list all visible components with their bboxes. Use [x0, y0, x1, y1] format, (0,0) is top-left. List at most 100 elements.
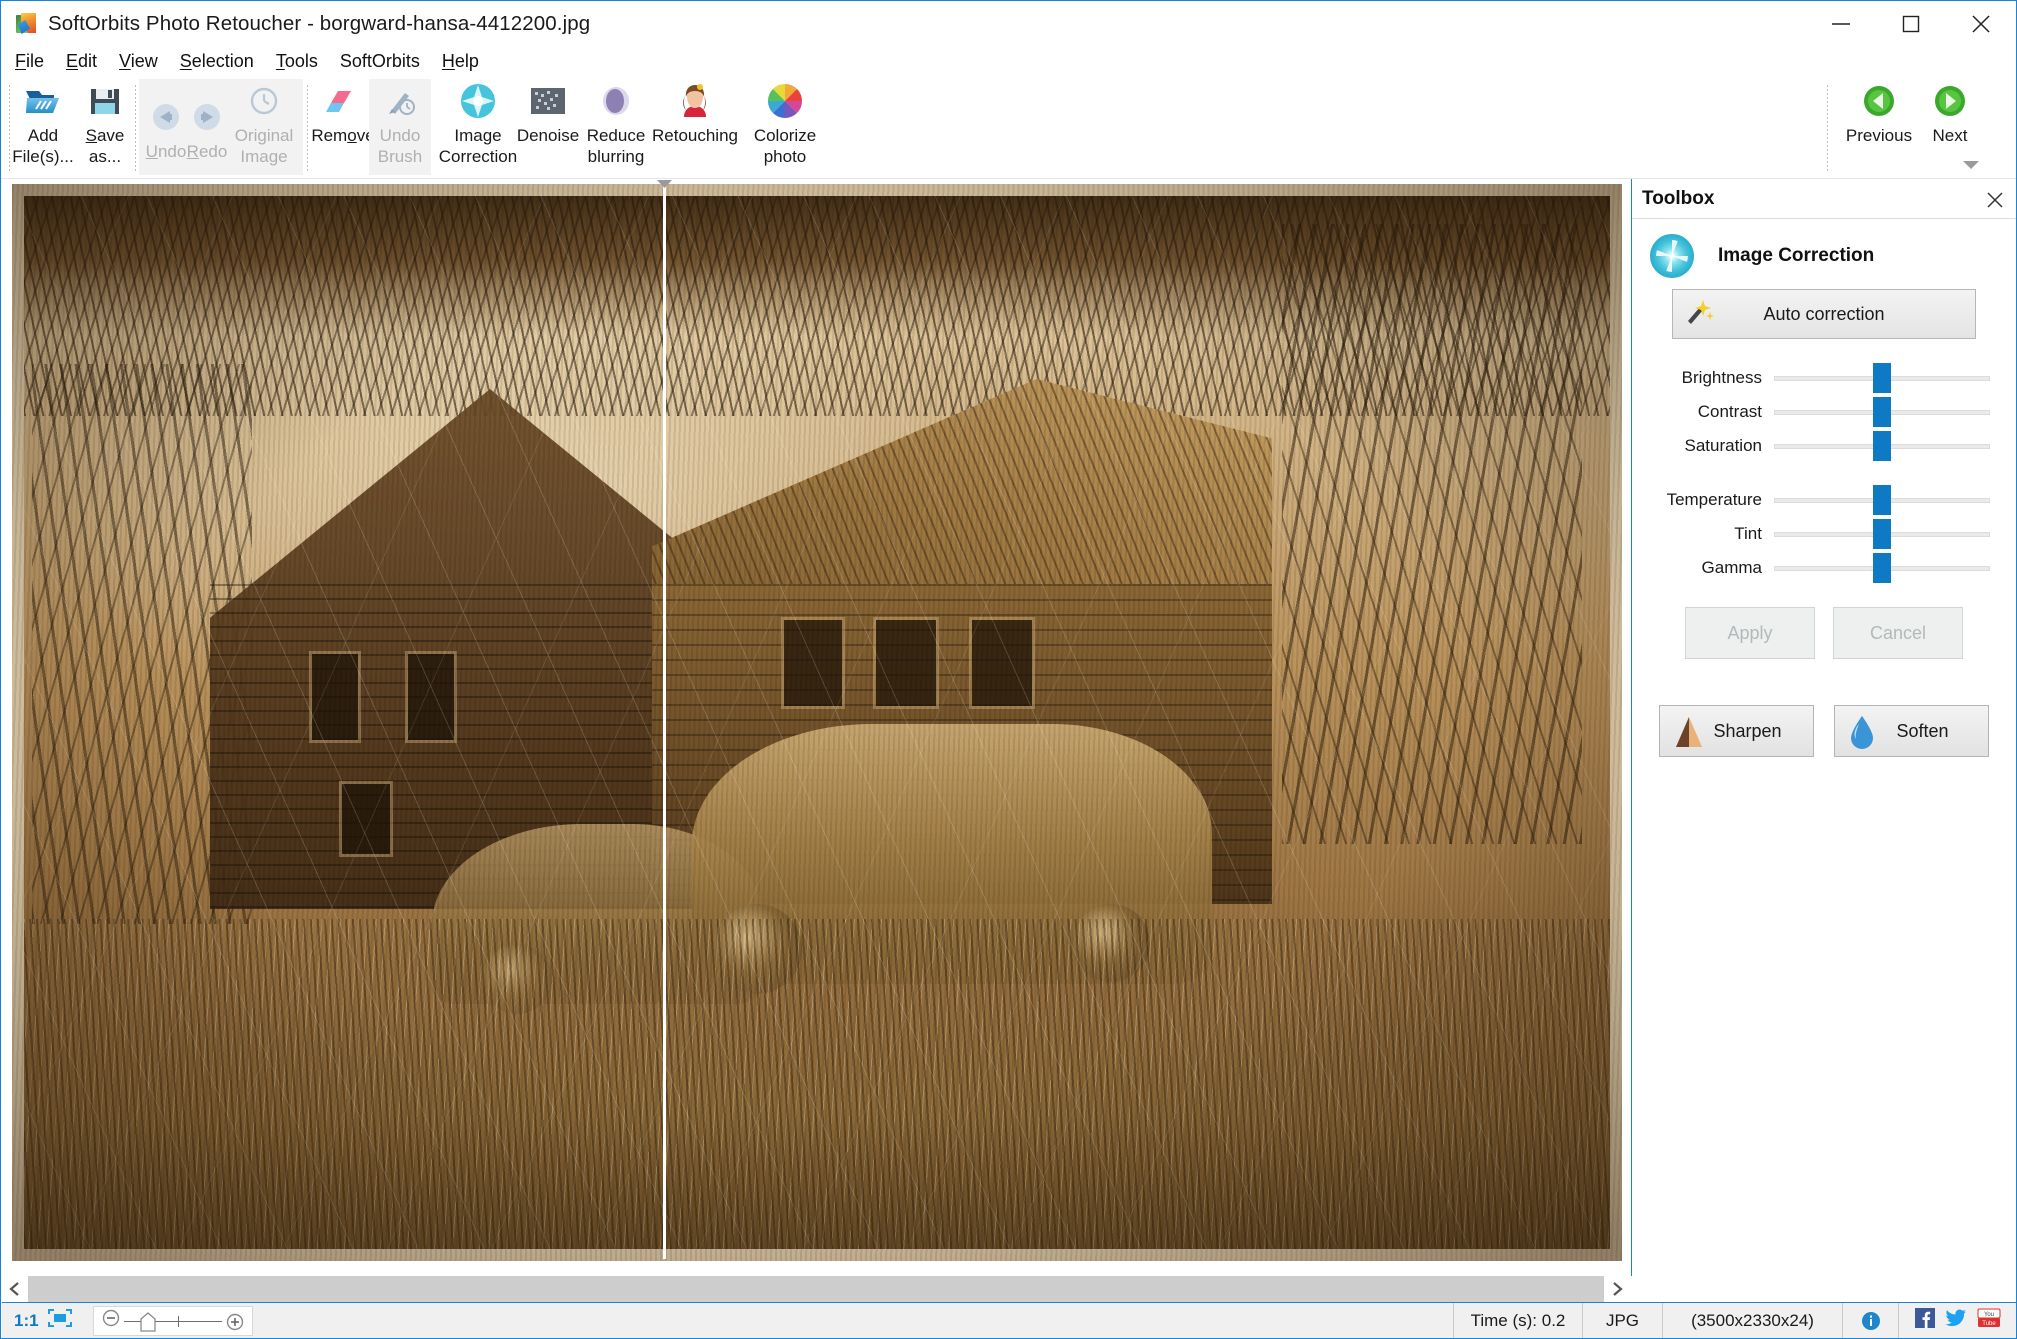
soften-button[interactable]: Soften: [1834, 705, 1989, 757]
status-format: JPG: [1583, 1302, 1663, 1338]
slider-track-temperature[interactable]: [1774, 483, 1990, 517]
ribbon-toolbar: Add File(s)... Save as... Undo Redo Orig…: [1, 75, 2016, 241]
water-drop-icon: [1847, 714, 1881, 750]
apply-button[interactable]: Apply: [1685, 607, 1815, 659]
zoom-ratio-label[interactable]: 1:1: [2, 1311, 47, 1331]
floppy-save-icon: [88, 79, 122, 123]
slider-thumb-brightness[interactable]: [1873, 363, 1891, 393]
twitter-icon[interactable]: [1945, 1308, 1967, 1333]
ribbon-label-undo: Undo: [145, 142, 187, 161]
application-window: SoftOrbits Photo Retoucher - borgward-ha…: [0, 0, 2017, 1339]
close-icon[interactable]: [1982, 187, 2008, 213]
slider-track-contrast[interactable]: [1774, 395, 1990, 429]
status-time: Time (s): 0.2: [1453, 1302, 1583, 1338]
toolbox-title: Toolbox: [1642, 187, 1715, 209]
eraser-icon: [325, 79, 361, 123]
slider-label-gamma: Gamma: [1701, 558, 1762, 577]
slider-track-tint[interactable]: [1774, 517, 1990, 551]
chevron-right-icon[interactable]: [1604, 1276, 1630, 1302]
slider-thumb-saturation[interactable]: [1873, 431, 1891, 461]
adjustment-sliders: Brightness Contrast Saturation Temperatu…: [1644, 361, 2004, 585]
social-links: You Tube: [1899, 1308, 2016, 1333]
maximize-button[interactable]: [1876, 1, 1946, 47]
slider-label-tint: Tint: [1734, 524, 1762, 543]
menu-file[interactable]: FFileile: [15, 51, 44, 72]
toolbox-body: Image Correction Auto correction Brightn…: [1632, 219, 2016, 757]
minimize-button[interactable]: [1806, 1, 1876, 47]
softorbits-logo-icon: [15, 13, 37, 35]
before-after-split-line[interactable]: [663, 184, 666, 1259]
slider-track-saturation[interactable]: [1774, 429, 1990, 463]
window-title: SoftOrbits Photo Retoucher - borgward-ha…: [48, 12, 591, 35]
cancel-label: Cancel: [1869, 622, 1927, 643]
split-compare-handle-icon[interactable]: [656, 177, 673, 189]
ribbon-label-reduce-blurring: Reduce blurring: [586, 126, 646, 166]
menu-tools[interactable]: Tools: [276, 51, 318, 72]
zoom-out-icon[interactable]: [102, 1309, 120, 1332]
ribbon-divider: [1827, 83, 1828, 171]
menu-selection[interactable]: Selection: [180, 51, 254, 72]
status-dimensions: (3500x2330x24): [1663, 1302, 1843, 1338]
menu-edit[interactable]: Edit: [66, 51, 97, 72]
scrollbar-track[interactable]: [28, 1276, 1604, 1302]
ribbon-button-add-files[interactable]: Add File(s)...: [11, 79, 75, 167]
slider-track-gamma[interactable]: [1774, 551, 1990, 585]
slider-label-temperature: Temperature: [1666, 490, 1762, 509]
menu-bar: FFileile Edit View Selection Tools SoftO…: [1, 47, 2016, 75]
slider-row-tint: Tint: [1644, 517, 2004, 551]
sharpen-button[interactable]: Sharpen: [1659, 705, 1814, 757]
info-icon[interactable]: [1843, 1302, 1899, 1338]
ribbon-label-original-image: Original Image: [234, 126, 294, 166]
photo-preview[interactable]: [12, 184, 1622, 1261]
menu-help[interactable]: Help: [442, 51, 479, 72]
zoom-slider-thumb[interactable]: [139, 1311, 156, 1337]
ribbon-button-reduce-blurring[interactable]: Reduce blurring: [577, 79, 655, 167]
toolbox-panel: Toolbox Image Correction Auto correction: [1631, 179, 2016, 1276]
ribbon-button-retouching[interactable]: Retouching: [649, 79, 741, 146]
cancel-button[interactable]: Cancel: [1833, 607, 1963, 659]
brush-clock-icon: [383, 79, 417, 123]
menu-view[interactable]: View: [119, 51, 158, 72]
ribbon-button-redo[interactable]: Redo: [182, 95, 232, 162]
ribbon-button-denoise[interactable]: Denoise: [509, 79, 587, 146]
canvas-horizontal-scrollbar[interactable]: [2, 1276, 1630, 1302]
ribbon-button-previous[interactable]: Previous: [1835, 79, 1923, 146]
ribbon-expand-icon-right[interactable]: [1963, 161, 1979, 169]
image-correction-star-icon: [459, 79, 497, 123]
ribbon-button-colorize-photo[interactable]: Colorize photo: [741, 79, 829, 167]
svg-text:You: You: [1984, 1312, 1994, 1318]
fit-to-window-icon[interactable]: [47, 1308, 83, 1333]
ribbon-label-denoise: Denoise: [516, 126, 580, 145]
slider-thumb-tint[interactable]: [1873, 519, 1891, 549]
slider-row-temperature: Temperature: [1644, 483, 2004, 517]
slider-thumb-gamma[interactable]: [1873, 553, 1891, 583]
zoom-in-icon[interactable]: [226, 1313, 244, 1336]
slider-track-brightness[interactable]: [1774, 361, 1990, 395]
youtube-icon[interactable]: You Tube: [1977, 1308, 2001, 1333]
ribbon-button-next[interactable]: Next: [1919, 79, 1981, 146]
slider-thumb-temperature[interactable]: [1873, 485, 1891, 515]
image-correction-star-icon: [1650, 234, 1694, 278]
slider-thumb-contrast[interactable]: [1873, 397, 1891, 427]
ribbon-button-save-as[interactable]: Save as...: [77, 79, 133, 167]
toolbox-header: Toolbox: [1632, 179, 2016, 219]
slider-row-saturation: Saturation: [1644, 429, 2004, 463]
ribbon-label-retouching: Retouching: [651, 126, 738, 145]
auto-correction-button[interactable]: Auto correction: [1672, 289, 1976, 339]
scrollbar-thumb[interactable]: [28, 1276, 1604, 1302]
zoom-slider-control[interactable]: [92, 1305, 253, 1337]
menu-softorbits[interactable]: SoftOrbits: [340, 51, 420, 72]
toolbox-section-header: Image Correction: [1644, 229, 2004, 283]
ribbon-label-save-as: Save as...: [85, 126, 125, 166]
clock-history-icon: [248, 79, 280, 123]
blur-circle-icon: [598, 79, 634, 123]
sharpen-triangle-icon: [1672, 714, 1706, 750]
close-button[interactable]: [1946, 1, 2016, 47]
slider-label-contrast: Contrast: [1697, 402, 1762, 421]
ribbon-button-original-image[interactable]: Original Image: [229, 79, 299, 167]
facebook-icon[interactable]: [1915, 1308, 1935, 1333]
image-canvas[interactable]: [2, 179, 1630, 1276]
chevron-left-icon[interactable]: [2, 1276, 28, 1302]
ribbon-button-undo-brush[interactable]: Undo Brush: [369, 79, 431, 167]
status-bar-right: Time (s): 0.2 JPG (3500x2330x24) You Tub…: [1453, 1302, 2016, 1338]
